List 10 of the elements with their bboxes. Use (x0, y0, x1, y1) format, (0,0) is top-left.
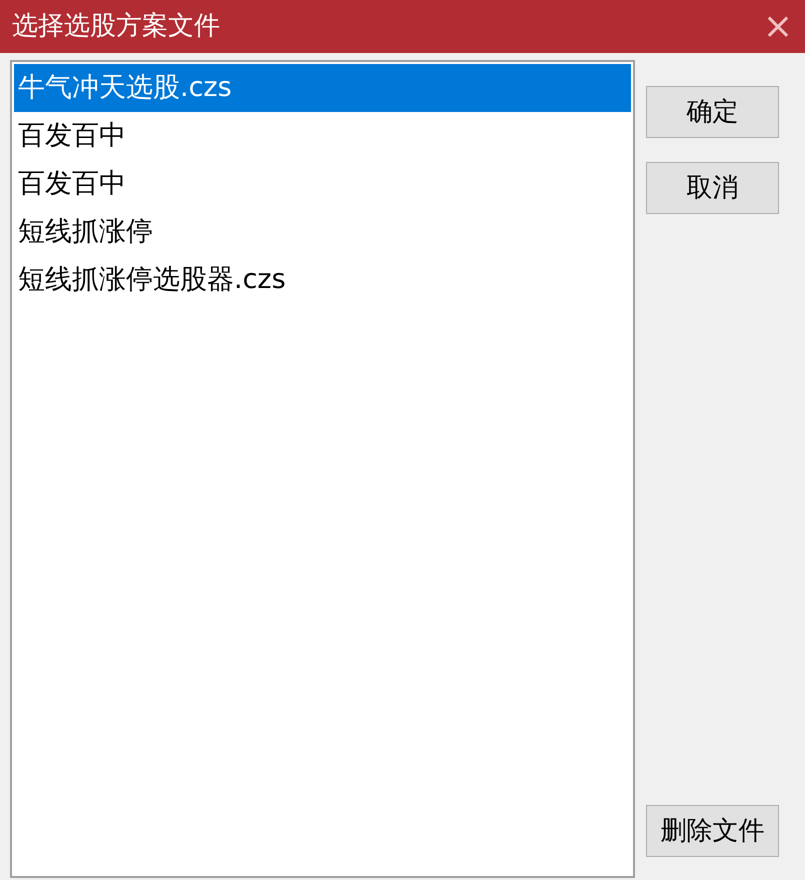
window-title: 选择选股方案文件 (12, 10, 220, 43)
dialog-button[interactable]: 取消 (646, 162, 779, 214)
file-item[interactable]: 短线抓涨停 (14, 208, 631, 256)
file-item[interactable]: 百发百中 (14, 160, 631, 208)
file-item[interactable]: 百发百中 (14, 112, 631, 160)
close-button[interactable]: × (762, 8, 793, 44)
dialog-button[interactable]: 确定 (646, 86, 779, 138)
dialog-button[interactable]: 删除文件 (646, 805, 779, 857)
file-item[interactable]: 牛气冲天选股.czs (14, 64, 631, 112)
file-item[interactable]: 短线抓涨停选股器.czs (14, 256, 631, 304)
